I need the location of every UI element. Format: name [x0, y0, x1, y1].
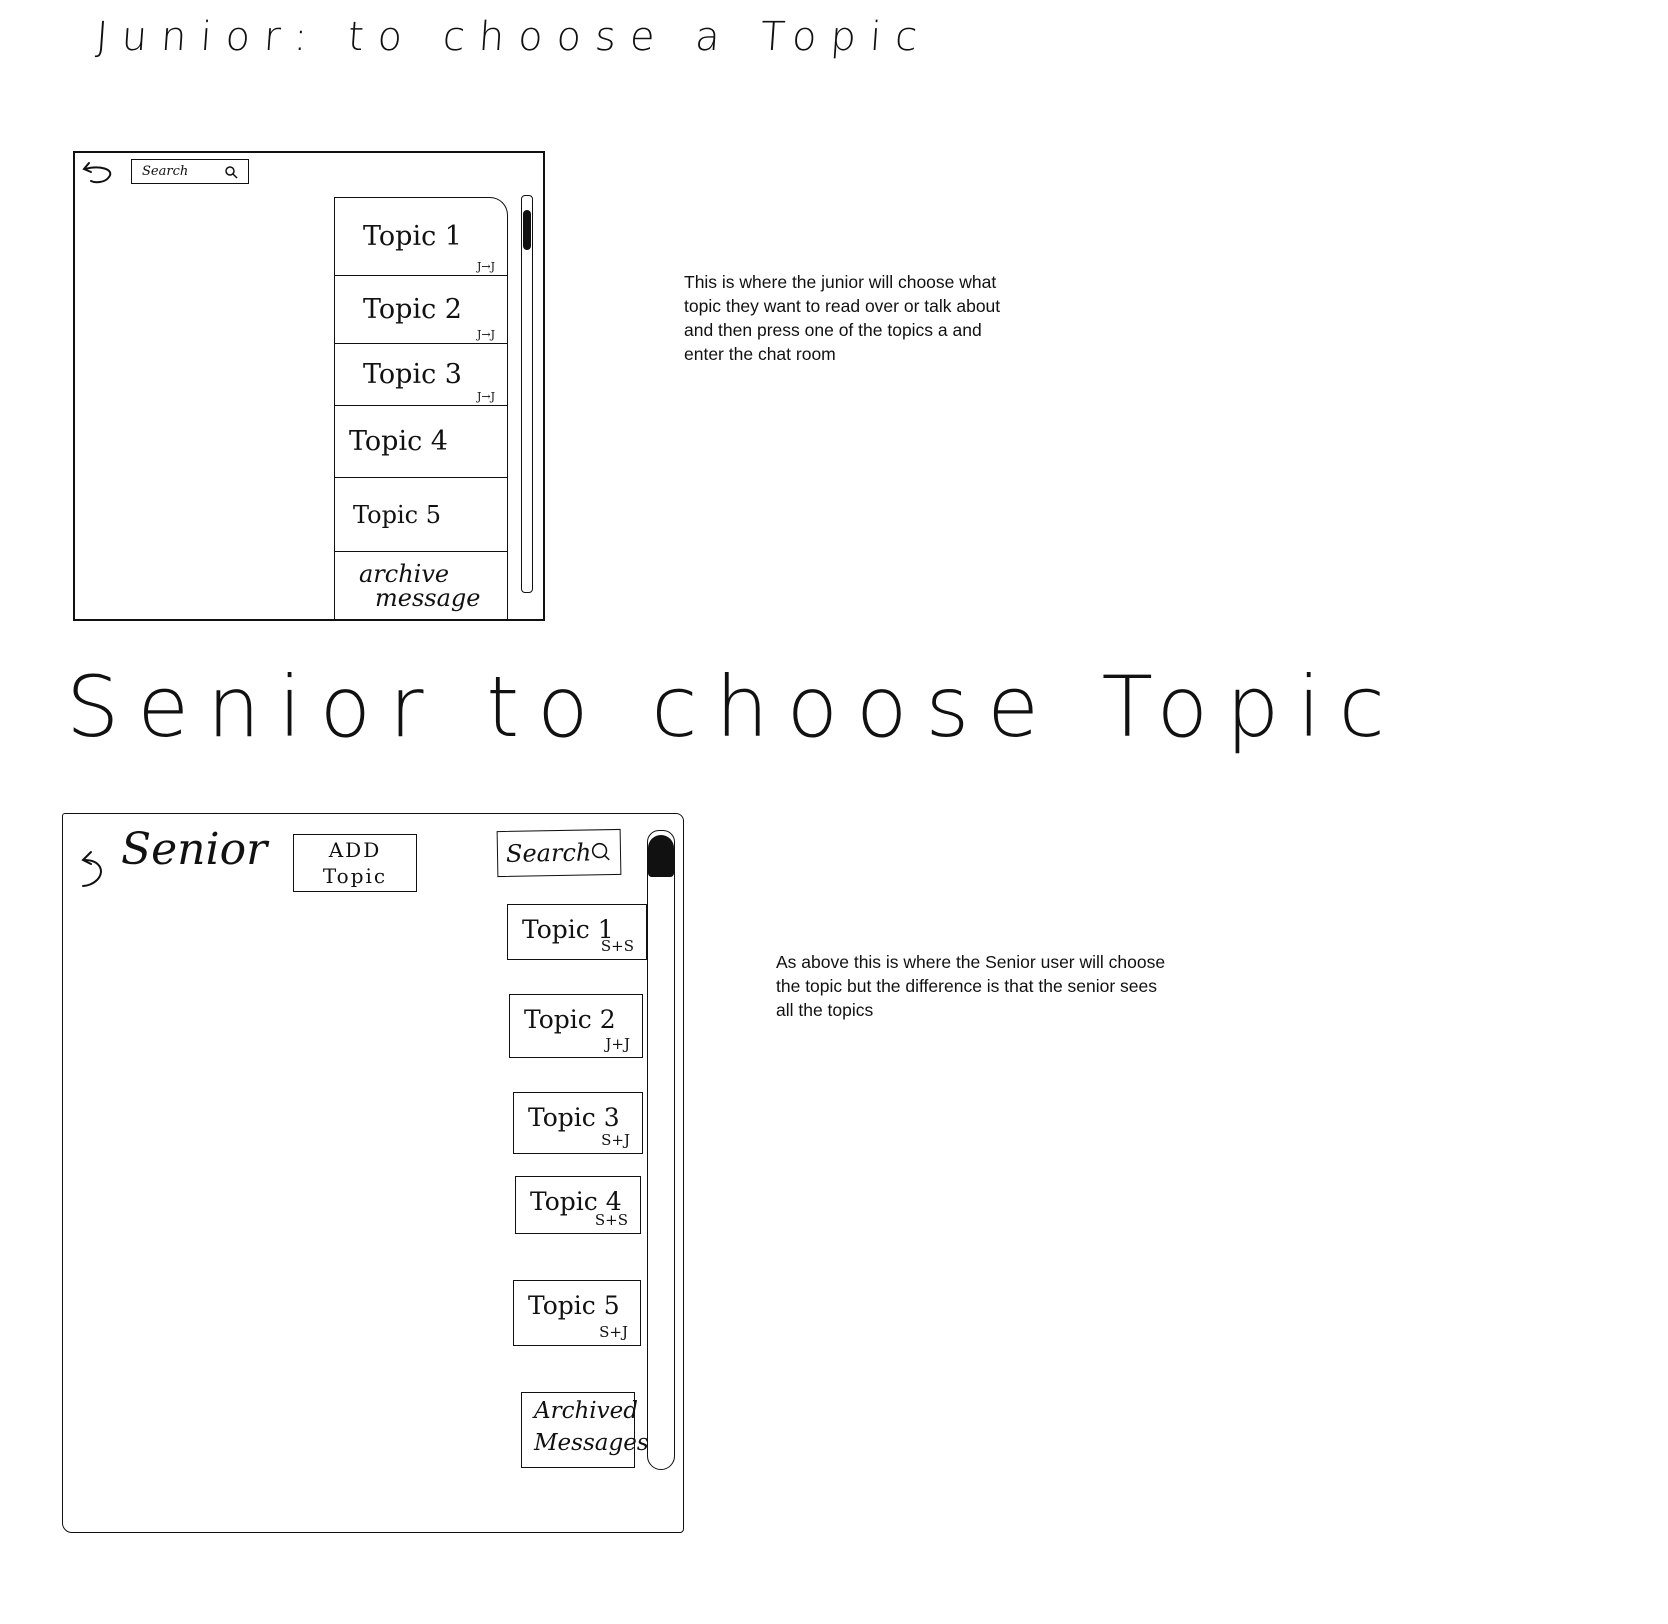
- archive-line-1: archive: [359, 560, 450, 588]
- archive-line-2: Messages: [534, 1430, 649, 1456]
- topic-item-1[interactable]: Topic 1 J→J: [335, 198, 507, 276]
- search-label: Search: [505, 838, 592, 868]
- senior-section-title: Senior to choose Topic: [66, 658, 1403, 756]
- scrollbar-thumb[interactable]: [648, 835, 674, 877]
- topic-tag: J→J: [476, 328, 495, 341]
- topic-tag: S+J: [599, 1323, 628, 1341]
- topic-item-4[interactable]: Topic 4: [335, 406, 507, 478]
- topic-label: Topic 5: [528, 1291, 620, 1320]
- topic-item-3[interactable]: Topic 3 J→J: [335, 344, 507, 406]
- add-topic-line-1: ADD: [328, 838, 382, 862]
- add-topic-button[interactable]: ADD Topic: [293, 834, 417, 892]
- junior-scrollbar[interactable]: [521, 195, 533, 593]
- topic-item-1[interactable]: Topic 1 S+S: [507, 904, 647, 960]
- topic-label: Topic 2: [524, 1005, 616, 1034]
- senior-user-label: Senior: [121, 824, 268, 875]
- junior-search-input[interactable]: Search: [131, 159, 249, 184]
- topic-tag: S+S: [594, 1211, 628, 1229]
- back-arrow-icon[interactable]: [77, 848, 111, 892]
- topic-label: Topic 4: [349, 426, 448, 457]
- topic-tag: S+S: [600, 937, 634, 955]
- senior-scrollbar[interactable]: [647, 830, 675, 1470]
- archive-message-item[interactable]: archive message: [335, 552, 507, 620]
- scrollbar-thumb[interactable]: [523, 210, 531, 250]
- junior-section-title: Junior: to choose a Topic: [94, 14, 933, 60]
- search-label: Search: [142, 164, 189, 179]
- topic-item-3[interactable]: Topic 3 S+J: [513, 1092, 643, 1154]
- topic-label: Topic 2: [363, 294, 462, 325]
- back-arrow-icon[interactable]: [81, 157, 117, 187]
- topic-label: Topic 5: [353, 500, 441, 529]
- topic-item-5[interactable]: Topic 5 S+J: [513, 1280, 641, 1346]
- junior-screen-mockup: Search Topic 1 J→J Topic 2 J→J Topic 3 J…: [73, 151, 545, 621]
- topic-tag: J+J: [605, 1035, 630, 1053]
- search-icon[interactable]: [591, 840, 612, 864]
- senior-search-input[interactable]: Search: [496, 828, 622, 878]
- topic-item-2[interactable]: Topic 2 J→J: [335, 276, 507, 344]
- search-icon[interactable]: [224, 165, 238, 179]
- topic-tag: J→J: [476, 260, 495, 273]
- add-topic-line-2: Topic: [322, 864, 388, 888]
- senior-description: As above this is where the Senior user w…: [776, 952, 1166, 1020]
- senior-screen-mockup: Senior ADD Topic Search Topic 1 S+S Topi…: [62, 813, 684, 1533]
- topic-label: Topic 3: [528, 1103, 620, 1132]
- topic-item-5[interactable]: Topic 5: [335, 478, 507, 552]
- topic-tag: S+J: [601, 1131, 630, 1149]
- junior-topic-list: Topic 1 J→J Topic 2 J→J Topic 3 J→J Topi…: [334, 197, 508, 621]
- junior-description: This is where the junior will choose wha…: [684, 272, 1001, 364]
- archived-messages-item[interactable]: Archived Messages: [521, 1392, 649, 1468]
- archive-line-2: message: [375, 584, 481, 612]
- topic-label: Topic 1: [363, 221, 462, 252]
- topic-label: Topic 3: [363, 359, 462, 390]
- topic-item-4[interactable]: Topic 4 S+S: [515, 1176, 641, 1234]
- topic-tag: J→J: [476, 390, 495, 403]
- archive-line-1: Archived: [534, 1398, 638, 1424]
- topic-item-2[interactable]: Topic 2 J+J: [509, 994, 643, 1058]
